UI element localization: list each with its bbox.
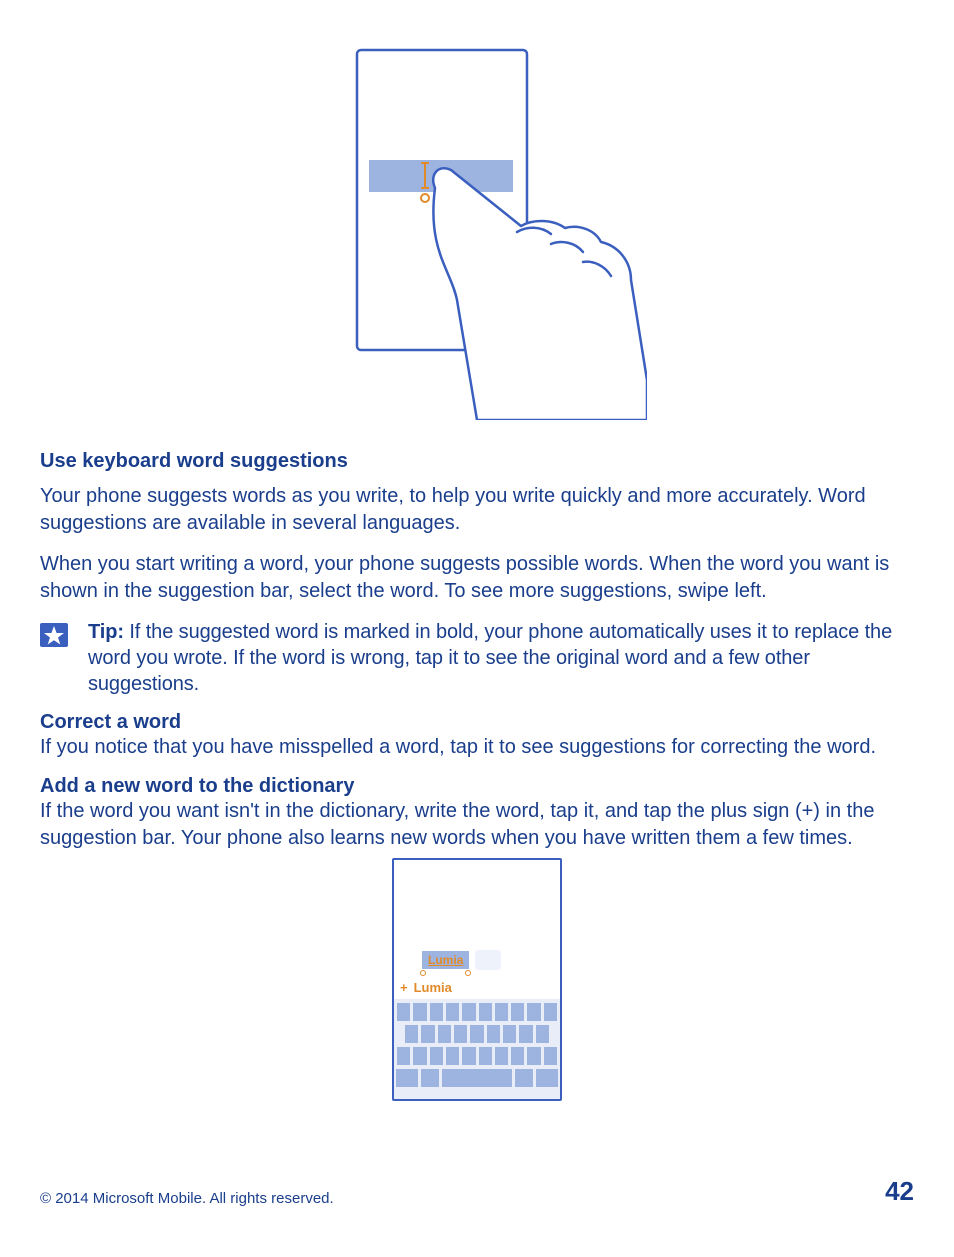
- typed-text-row: Lumia: [394, 950, 560, 970]
- selection-handle-left: [420, 970, 426, 976]
- heading-correct-a-word: Correct a word: [40, 711, 914, 734]
- figure-add-word-dictionary: Lumia + Lumia: [40, 858, 914, 1101]
- tip-body: If the suggested word is marked in bold,…: [88, 621, 892, 695]
- phone-tap-illustration: [307, 40, 647, 420]
- footer-copyright: © 2014 Microsoft Mobile. All rights rese…: [40, 1190, 334, 1207]
- para-add-new-word: If the word you want isn't in the dictio…: [40, 798, 914, 852]
- tip-text: Tip: If the suggested word is marked in …: [88, 619, 914, 697]
- tip-label: Tip:: [88, 621, 124, 643]
- suggestion-word: Lumia: [414, 980, 452, 995]
- chat-bubble: [475, 950, 501, 970]
- para-correct-a-word: If you notice that you have misspelled a…: [40, 734, 914, 761]
- tip-block: Tip: If the suggested word is marked in …: [40, 619, 914, 697]
- para-suggestions-howto: When you start writing a word, your phon…: [40, 551, 914, 605]
- suggestion-bar: + Lumia: [394, 976, 560, 999]
- page-footer: © 2014 Microsoft Mobile. All rights rese…: [40, 1176, 914, 1207]
- heading-add-new-word: Add a new word to the dictionary: [40, 775, 914, 798]
- heading-use-keyboard-word-suggestions: Use keyboard word suggestions: [40, 450, 914, 473]
- star-icon: [40, 623, 68, 647]
- figure-tap-text-cursor: [40, 40, 914, 420]
- plus-icon: +: [400, 980, 408, 995]
- typed-word-highlight: Lumia: [422, 951, 469, 969]
- phone-screen-blank-area: [394, 866, 560, 950]
- phone-keyboard-illustration: Lumia + Lumia: [392, 858, 562, 1101]
- para-suggestions-intro: Your phone suggests words as you write, …: [40, 483, 914, 537]
- footer-page-number: 42: [885, 1176, 914, 1207]
- typed-word: Lumia: [428, 953, 463, 967]
- on-screen-keyboard: [394, 999, 560, 1099]
